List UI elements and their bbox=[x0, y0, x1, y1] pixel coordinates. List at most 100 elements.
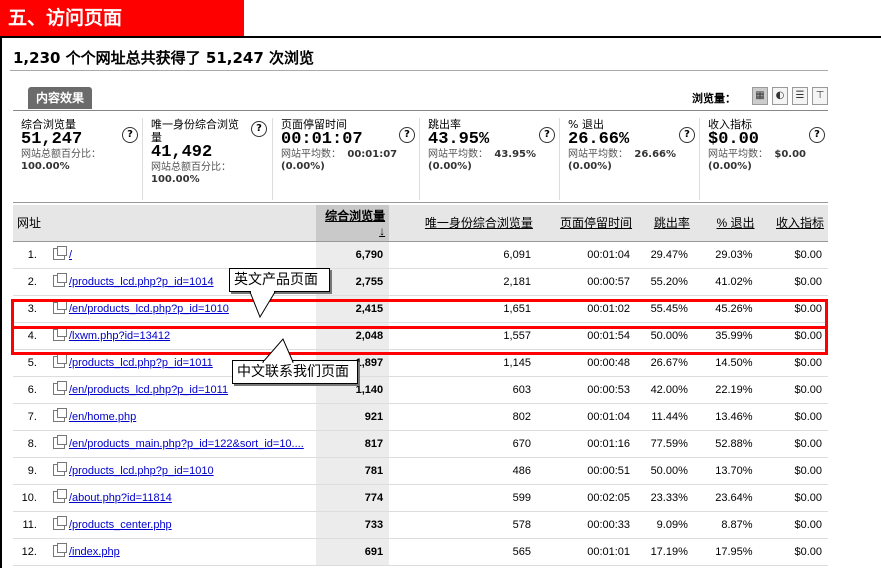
row-revenue: $0.00 bbox=[758, 241, 828, 269]
section-header: 五、访问页面 bbox=[0, 0, 244, 36]
table-row: 1. / 6,790 6,091 00:01:04 29.47% 29.03% $0.00 bbox=[13, 241, 828, 269]
row-url: /index.php bbox=[40, 538, 316, 566]
row-time-on-page: 00:02:05 bbox=[536, 484, 637, 512]
row-unique-pageviews: 486 bbox=[389, 457, 537, 485]
open-page-icon[interactable] bbox=[52, 354, 67, 368]
open-page-icon[interactable] bbox=[52, 516, 67, 530]
row-unique-pageviews: 670 bbox=[389, 430, 537, 458]
row-url: /en/products_main.php?p_id=122&sort_id=1… bbox=[40, 430, 316, 458]
summary-sub-value: 00:01:07 bbox=[347, 149, 398, 160]
pages-table: 网址 综合浏览量↓ 唯一身份综合浏览量 页面停留时间 跳出率 % 退出 收入指标… bbox=[13, 205, 828, 566]
callout-english-product-page: 英文产品页面 bbox=[229, 268, 330, 319]
summary-sub-value: 100.00% bbox=[21, 161, 70, 172]
row-bounce-rate: 50.00% bbox=[636, 457, 694, 485]
summary-value: 41,492 bbox=[151, 143, 213, 162]
open-page-icon[interactable] bbox=[52, 543, 67, 557]
page-url-link[interactable]: /en/products_lcd.php?p_id=1011 bbox=[69, 384, 228, 396]
row-exit-rate: 17.95% bbox=[693, 538, 759, 566]
page-url-link[interactable]: / bbox=[69, 249, 72, 261]
row-time-on-page: 00:01:04 bbox=[536, 241, 637, 269]
row-url: /products_center.php bbox=[40, 511, 316, 539]
row-exit-rate: 13.70% bbox=[693, 457, 759, 485]
row-index: 10. bbox=[13, 484, 41, 512]
open-page-icon[interactable] bbox=[52, 381, 67, 395]
row-exit-rate: 23.64% bbox=[693, 484, 759, 512]
row-bounce-rate: 17.19% bbox=[636, 538, 694, 566]
row-pageviews: 921 bbox=[315, 403, 390, 431]
open-page-icon[interactable] bbox=[52, 273, 67, 287]
row-index: 12. bbox=[13, 538, 41, 566]
table-row: 10. /about.php?id=11814 774 599 00:02:05 23.3… bbox=[13, 484, 828, 512]
highlight-box-english-page bbox=[11, 299, 828, 329]
page-url-link[interactable]: /en/home.php bbox=[69, 411, 136, 423]
help-icon[interactable]: ? bbox=[809, 127, 825, 143]
open-page-icon[interactable] bbox=[52, 246, 67, 260]
summary-sub-value: $0.00 bbox=[774, 149, 806, 160]
row-index: 11. bbox=[13, 511, 41, 539]
row-exit-rate: 29.03% bbox=[693, 241, 759, 269]
row-exit-rate: 22.19% bbox=[693, 376, 759, 404]
page-url-link[interactable]: /products_lcd.php?p_id=1011 bbox=[69, 357, 213, 369]
row-unique-pageviews: 578 bbox=[389, 511, 537, 539]
compare-view-icon[interactable]: ⊤ bbox=[812, 87, 828, 105]
row-exit-rate: 52.88% bbox=[693, 430, 759, 458]
row-time-on-page: 00:00:57 bbox=[536, 268, 637, 296]
table-row: 8. /en/products_main.php?p_id=122&sort_id… bbox=[13, 430, 828, 458]
open-page-icon[interactable] bbox=[52, 462, 67, 476]
column-header-revenue[interactable]: 收入指标 bbox=[758, 205, 828, 242]
row-bounce-rate: 55.20% bbox=[636, 268, 694, 296]
row-unique-pageviews: 603 bbox=[389, 376, 537, 404]
row-revenue: $0.00 bbox=[758, 457, 828, 485]
table-row: 12. /index.php 691 565 00:01:01 17.19% 17.95% $… bbox=[13, 538, 828, 566]
view-label: 浏览量： bbox=[692, 92, 736, 105]
open-page-icon[interactable] bbox=[52, 435, 67, 449]
row-unique-pageviews: 565 bbox=[389, 538, 537, 566]
callout-pointer bbox=[261, 338, 294, 363]
column-header-bounce-rate[interactable]: 跳出率 bbox=[636, 205, 694, 242]
summary-sub-value: 43.95% bbox=[494, 149, 537, 160]
page-url-link[interactable]: /en/products_main.php?p_id=122&sort_id=1… bbox=[69, 438, 304, 450]
help-icon[interactable]: ? bbox=[399, 127, 415, 143]
help-icon[interactable]: ? bbox=[539, 127, 555, 143]
page-url-link[interactable]: /products_center.php bbox=[69, 519, 172, 531]
row-pageviews: 691 bbox=[315, 538, 390, 566]
row-index: 8. bbox=[13, 430, 41, 458]
help-icon[interactable]: ? bbox=[122, 127, 138, 143]
column-header-url[interactable]: 网址 bbox=[13, 205, 316, 242]
row-pageviews: 774 bbox=[315, 484, 390, 512]
row-revenue: $0.00 bbox=[758, 403, 828, 431]
column-header-unique-pageviews[interactable]: 唯一身份综合浏览量 bbox=[389, 205, 537, 242]
page-url-link[interactable]: /products_lcd.php?p_id=1010 bbox=[69, 465, 214, 477]
row-bounce-rate: 9.09% bbox=[636, 511, 694, 539]
help-icon[interactable]: ? bbox=[251, 121, 267, 137]
page-url-link[interactable]: /index.php bbox=[69, 546, 120, 558]
row-time-on-page: 00:01:04 bbox=[536, 403, 637, 431]
row-index: 2. bbox=[13, 268, 41, 296]
summary-sub-extra: (0.00%) bbox=[708, 161, 752, 172]
page-url-link[interactable]: /about.php?id=11814 bbox=[69, 492, 172, 504]
column-header-time-on-page[interactable]: 页面停留时间 bbox=[536, 205, 637, 242]
row-time-on-page: 00:01:16 bbox=[536, 430, 637, 458]
column-header-pageviews[interactable]: 综合浏览量↓ bbox=[315, 205, 390, 242]
pie-view-icon[interactable]: ◐ bbox=[772, 87, 788, 105]
table-row: 7. /en/home.php 921 802 00:01:04 11.44% 13.46%… bbox=[13, 403, 828, 431]
row-bounce-rate: 29.47% bbox=[636, 241, 694, 269]
grid-view-icon[interactable]: ▦ bbox=[752, 87, 768, 105]
summary-sub-label: 网站平均数： bbox=[428, 149, 488, 160]
row-bounce-rate: 23.33% bbox=[636, 484, 694, 512]
row-index: 1. bbox=[13, 241, 41, 269]
page-url-link[interactable]: /products_lcd.php?p_id=1014 bbox=[69, 276, 214, 288]
help-icon[interactable]: ? bbox=[679, 127, 695, 143]
row-pageviews: 817 bbox=[315, 430, 390, 458]
summary-sub-label: 网站平均数： bbox=[708, 149, 768, 160]
tab-content-performance[interactable]: 内容效果 bbox=[28, 87, 93, 109]
summary-top-divider bbox=[13, 110, 828, 111]
open-page-icon[interactable] bbox=[52, 408, 67, 422]
column-header-exit-rate[interactable]: % 退出 bbox=[693, 205, 759, 242]
row-revenue: $0.00 bbox=[758, 511, 828, 539]
open-page-icon[interactable] bbox=[52, 489, 67, 503]
row-unique-pageviews: 6,091 bbox=[389, 241, 537, 269]
summary-sub-value: 100.00% bbox=[151, 174, 200, 185]
row-unique-pageviews: 599 bbox=[389, 484, 537, 512]
bar-view-icon[interactable]: ☰ bbox=[792, 87, 808, 105]
